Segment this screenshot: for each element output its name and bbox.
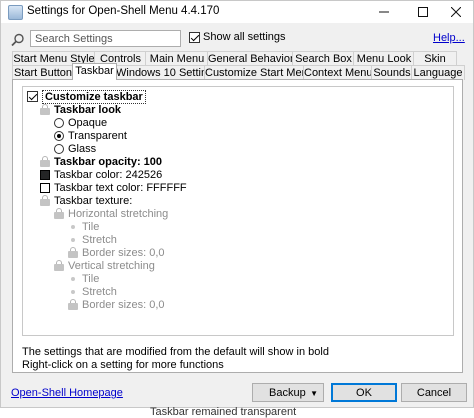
backup-button[interactable]: Backup ▼	[252, 383, 324, 402]
v-stretch-option[interactable]: Stretch	[68, 285, 117, 298]
lock-icon	[40, 156, 50, 167]
customize-taskbar-checkbox[interactable]	[27, 91, 38, 102]
vertical-stretching-label: Vertical stretching	[68, 259, 155, 272]
glass-label: Glass	[68, 142, 97, 155]
taskbar-text-color-item[interactable]: Taskbar text color: FFFFFF	[40, 181, 187, 194]
transparent-label: Transparent	[68, 129, 127, 142]
cancel-button[interactable]: Cancel	[401, 383, 467, 402]
bullet-icon	[71, 276, 75, 281]
v-stretch-label: Stretch	[82, 285, 117, 298]
vertical-stretching-item[interactable]: Vertical stretching	[54, 259, 155, 272]
maximize-icon	[418, 7, 428, 17]
close-button[interactable]	[439, 1, 473, 23]
taskbar-text-color-swatch[interactable]	[40, 182, 50, 193]
search-input[interactable]	[30, 30, 181, 47]
taskbar-look-label: Taskbar look	[54, 103, 122, 116]
h-tile-option[interactable]: Tile	[68, 220, 99, 233]
tab-search-box[interactable]: Search Box	[292, 51, 355, 66]
dropdown-arrow-icon: ▼	[310, 389, 318, 398]
status-line-1: The settings that are modified from the …	[22, 346, 329, 358]
window-title: Settings for Open-Shell Menu 4.4.170	[27, 5, 220, 17]
tab-language[interactable]: Language	[411, 65, 465, 80]
opaque-radio[interactable]	[54, 117, 64, 128]
v-tile-option[interactable]: Tile	[68, 272, 99, 285]
tab-taskbar[interactable]: Taskbar	[72, 63, 117, 80]
taskbar-texture-label: Taskbar texture:	[54, 194, 133, 207]
taskbar-texture-item[interactable]: Taskbar texture:	[40, 194, 132, 207]
transparent-radio[interactable]	[54, 130, 64, 141]
tab-main-menu[interactable]: Main Menu	[145, 51, 209, 66]
tab-context-menu[interactable]: Context Menu	[303, 65, 373, 80]
homepage-link[interactable]: Open-Shell Homepage	[11, 387, 123, 399]
customize-taskbar-item[interactable]: Customize taskbar	[27, 89, 146, 104]
show-all-label: Show all settings	[203, 31, 286, 43]
tab-skin[interactable]: Skin	[413, 51, 457, 66]
tab-sounds[interactable]: Sounds	[371, 65, 413, 80]
show-all-settings-toggle[interactable]: Show all settings	[189, 31, 286, 43]
maximize-button[interactable]	[406, 1, 440, 23]
taskbar-look-item[interactable]: Taskbar look	[40, 103, 121, 116]
taskbar-opacity-item[interactable]: Taskbar opacity: 100	[40, 155, 162, 168]
v-border-sizes-label: Border sizes: 0,0	[82, 298, 165, 311]
title-bar: Settings for Open-Shell Menu 4.4.170	[1, 1, 473, 23]
h-border-sizes-item[interactable]: Border sizes: 0,0	[68, 246, 165, 259]
lock-icon	[68, 299, 78, 310]
transparent-option[interactable]: Transparent	[54, 129, 127, 142]
opaque-option[interactable]: Opaque	[54, 116, 107, 129]
lock-icon	[40, 104, 50, 115]
tab-general-behavior[interactable]: General Behavior	[207, 51, 294, 66]
close-icon	[450, 6, 462, 18]
v-border-sizes-item[interactable]: Border sizes: 0,0	[68, 298, 165, 311]
taskbar-color-label: Taskbar color: 242526	[54, 168, 163, 181]
lock-icon	[40, 195, 50, 206]
minimize-icon	[379, 11, 389, 13]
horizontal-stretching-item[interactable]: Horizontal stretching	[54, 207, 168, 220]
taskbar-color-item[interactable]: Taskbar color: 242526	[40, 168, 162, 181]
help-link[interactable]: Help...	[433, 32, 465, 44]
bullet-icon	[71, 237, 75, 242]
h-border-sizes-label: Border sizes: 0,0	[82, 246, 165, 259]
bullet-icon	[71, 289, 75, 294]
taskbar-settings-panel: Customize taskbar Taskbar look Opaque Tr…	[12, 79, 463, 373]
settings-window: Settings for Open-Shell Menu 4.4.170 Sho…	[0, 0, 474, 408]
h-tile-label: Tile	[82, 220, 100, 233]
backup-label: Backup	[269, 387, 306, 399]
status-line-2: Right-click on a setting for more functi…	[22, 359, 224, 371]
customize-taskbar-label: Customize taskbar	[42, 89, 146, 104]
lock-icon	[54, 260, 64, 271]
taskbar-opacity-label: Taskbar opacity: 100	[54, 155, 163, 168]
tab-menu-look[interactable]: Menu Look	[353, 51, 415, 66]
horizontal-stretching-label: Horizontal stretching	[68, 207, 169, 220]
v-tile-label: Tile	[82, 272, 100, 285]
search-icon	[11, 33, 24, 47]
h-stretch-label: Stretch	[82, 233, 117, 246]
lock-icon	[54, 208, 64, 219]
glass-option[interactable]: Glass	[54, 142, 96, 155]
glass-radio[interactable]	[54, 143, 64, 154]
show-all-checkbox[interactable]	[189, 31, 200, 43]
bullet-icon	[71, 224, 75, 229]
taskbar-color-swatch[interactable]	[40, 169, 50, 180]
tab-windows-10-settings[interactable]: Windows 10 Settings	[115, 65, 219, 80]
ok-button[interactable]: OK	[331, 383, 397, 402]
app-icon	[8, 5, 23, 20]
taskbar-text-color-label: Taskbar text color: FFFFFF	[54, 181, 187, 194]
lock-icon	[68, 247, 78, 258]
h-stretch-option[interactable]: Stretch	[68, 233, 117, 246]
tab-customize-start-menu[interactable]: Customize Start Menu	[204, 65, 314, 80]
background-text: Taskbar remained transparent	[150, 406, 297, 418]
minimize-button[interactable]	[367, 1, 401, 23]
opaque-label: Opaque	[68, 116, 108, 129]
tab-start-button[interactable]: Start Button	[12, 65, 74, 80]
settings-tree[interactable]: Customize taskbar Taskbar look Opaque Tr…	[22, 86, 454, 336]
